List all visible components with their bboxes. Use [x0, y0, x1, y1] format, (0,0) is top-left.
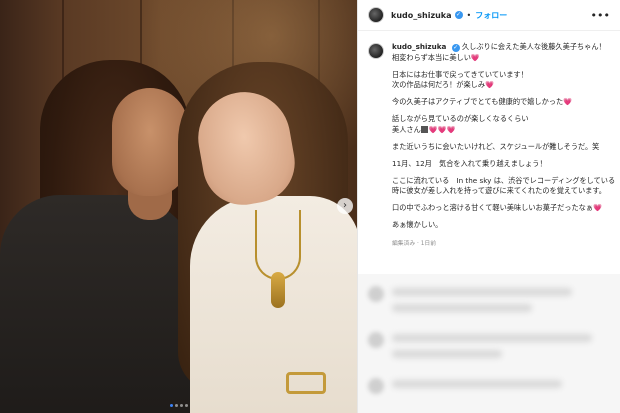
- belt-buckle: [286, 372, 326, 394]
- heart-emoji-icon: 💗: [593, 203, 602, 212]
- caption-avatar[interactable]: [368, 43, 384, 59]
- post-caption: kudo_shizuka ✓ 久しぶりに会えた美人な後藤久美子ちゃん！ 相変わら…: [358, 31, 620, 247]
- caption-text: 相変わらず本当に美しい: [392, 52, 471, 62]
- carousel-dots: [0, 404, 357, 407]
- caption-text: 美人さん: [392, 124, 421, 134]
- post-header: kudo_shizuka ✓ • フォロー •••: [358, 0, 620, 31]
- caption-line: ここに流れている In the sky は、渋谷でレコーディングをしている: [392, 175, 616, 185]
- carousel-dot: [179, 404, 183, 407]
- verified-badge-icon: ✓: [454, 11, 463, 19]
- caption-line: 今の久美子はアクティブでとても健康的で嬉しかった💗: [392, 97, 615, 108]
- username-link[interactable]: kudo_shizuka: [391, 11, 452, 20]
- follow-button[interactable]: フォロー: [475, 10, 507, 21]
- caption-text: 今の久美子はアクティブでとても健康的で嬉しかった: [392, 97, 564, 106]
- caption-line: 美人さん 💗💗💗: [392, 125, 615, 136]
- person-left-body: [0, 195, 200, 413]
- person-left-face: [112, 88, 188, 196]
- caption-line: kudo_shizuka ✓ 久しぶりに会えた美人な後藤久美子ちゃん！: [392, 42, 615, 53]
- blurred-avatar: [368, 286, 384, 302]
- carousel-dot: [174, 404, 178, 407]
- blurred-avatar: [368, 332, 384, 348]
- caption-body: kudo_shizuka ✓ 久しぶりに会えた美人な後藤久美子ちゃん！ 相変わら…: [392, 42, 615, 247]
- caption-line: 次の作品は何だろ！が楽しみ💗: [392, 80, 615, 91]
- post-meta: 編集済み · 1日前: [392, 240, 436, 247]
- emoji-icon: [420, 125, 428, 133]
- necklace-pendant: [271, 272, 285, 308]
- caption-text: 次の作品は何だろ！が楽しみ: [392, 80, 486, 89]
- verified-badge-icon: ✓: [451, 44, 460, 52]
- blurred-text: [392, 350, 502, 358]
- caption-text: 口の中でふわっと溶ける甘くて軽い美味しいお菓子だったなぁ: [392, 203, 594, 212]
- caption-line: 11月、12月 気合を入れて乗り越えましょう！: [392, 158, 547, 168]
- carousel-dot: [169, 404, 173, 407]
- necklace: [255, 210, 301, 280]
- more-options-icon[interactable]: •••: [591, 9, 610, 22]
- blurred-text: [392, 288, 572, 296]
- carousel-next-button[interactable]: ›: [337, 198, 353, 214]
- heart-emoji-icon: 💗: [485, 80, 494, 89]
- blurred-text: [392, 304, 532, 312]
- caption-line: 話しながら見ているのが楽しくなるくらい: [392, 114, 529, 123]
- post-side-panel: kudo_shizuka ✓ • フォロー ••• kudo_shizuka ✓…: [357, 0, 620, 413]
- heart-emoji-icon: 💗: [563, 97, 573, 106]
- caption-line: 時に彼女が差し入れを持って遊びに来てくれたのを覚えています。: [392, 186, 606, 195]
- header-separator: •: [466, 10, 472, 20]
- caption-line: 日本にはお仕事で戻ってきていています！: [392, 69, 528, 79]
- hearts-emoji-icon: 💗💗💗: [428, 124, 456, 134]
- blurred-text: [392, 334, 592, 342]
- caption-text: 久しぶりに会えた美人な後藤久美子ちゃん！: [461, 42, 606, 51]
- blurred-comments: [358, 274, 620, 413]
- heart-emoji-icon: 💗: [470, 52, 480, 62]
- carousel-dot: [184, 404, 188, 407]
- caption-username[interactable]: kudo_shizuka: [392, 42, 446, 51]
- blurred-avatar: [368, 378, 384, 394]
- caption-line: あぁ懐かしい。: [392, 220, 443, 229]
- blurred-text: [392, 380, 562, 388]
- post-photo[interactable]: ›: [0, 0, 357, 413]
- caption-line: 相変わらず本当に美しい💗: [392, 53, 615, 64]
- avatar[interactable]: [368, 7, 384, 23]
- caption-line: また近いうちに会いたいけれど、スケジュールが難しそうだ。笑: [392, 141, 600, 151]
- caption-line: 口の中でふわっと溶ける甘くて軽い美味しいお菓子だったなぁ💗: [392, 203, 615, 214]
